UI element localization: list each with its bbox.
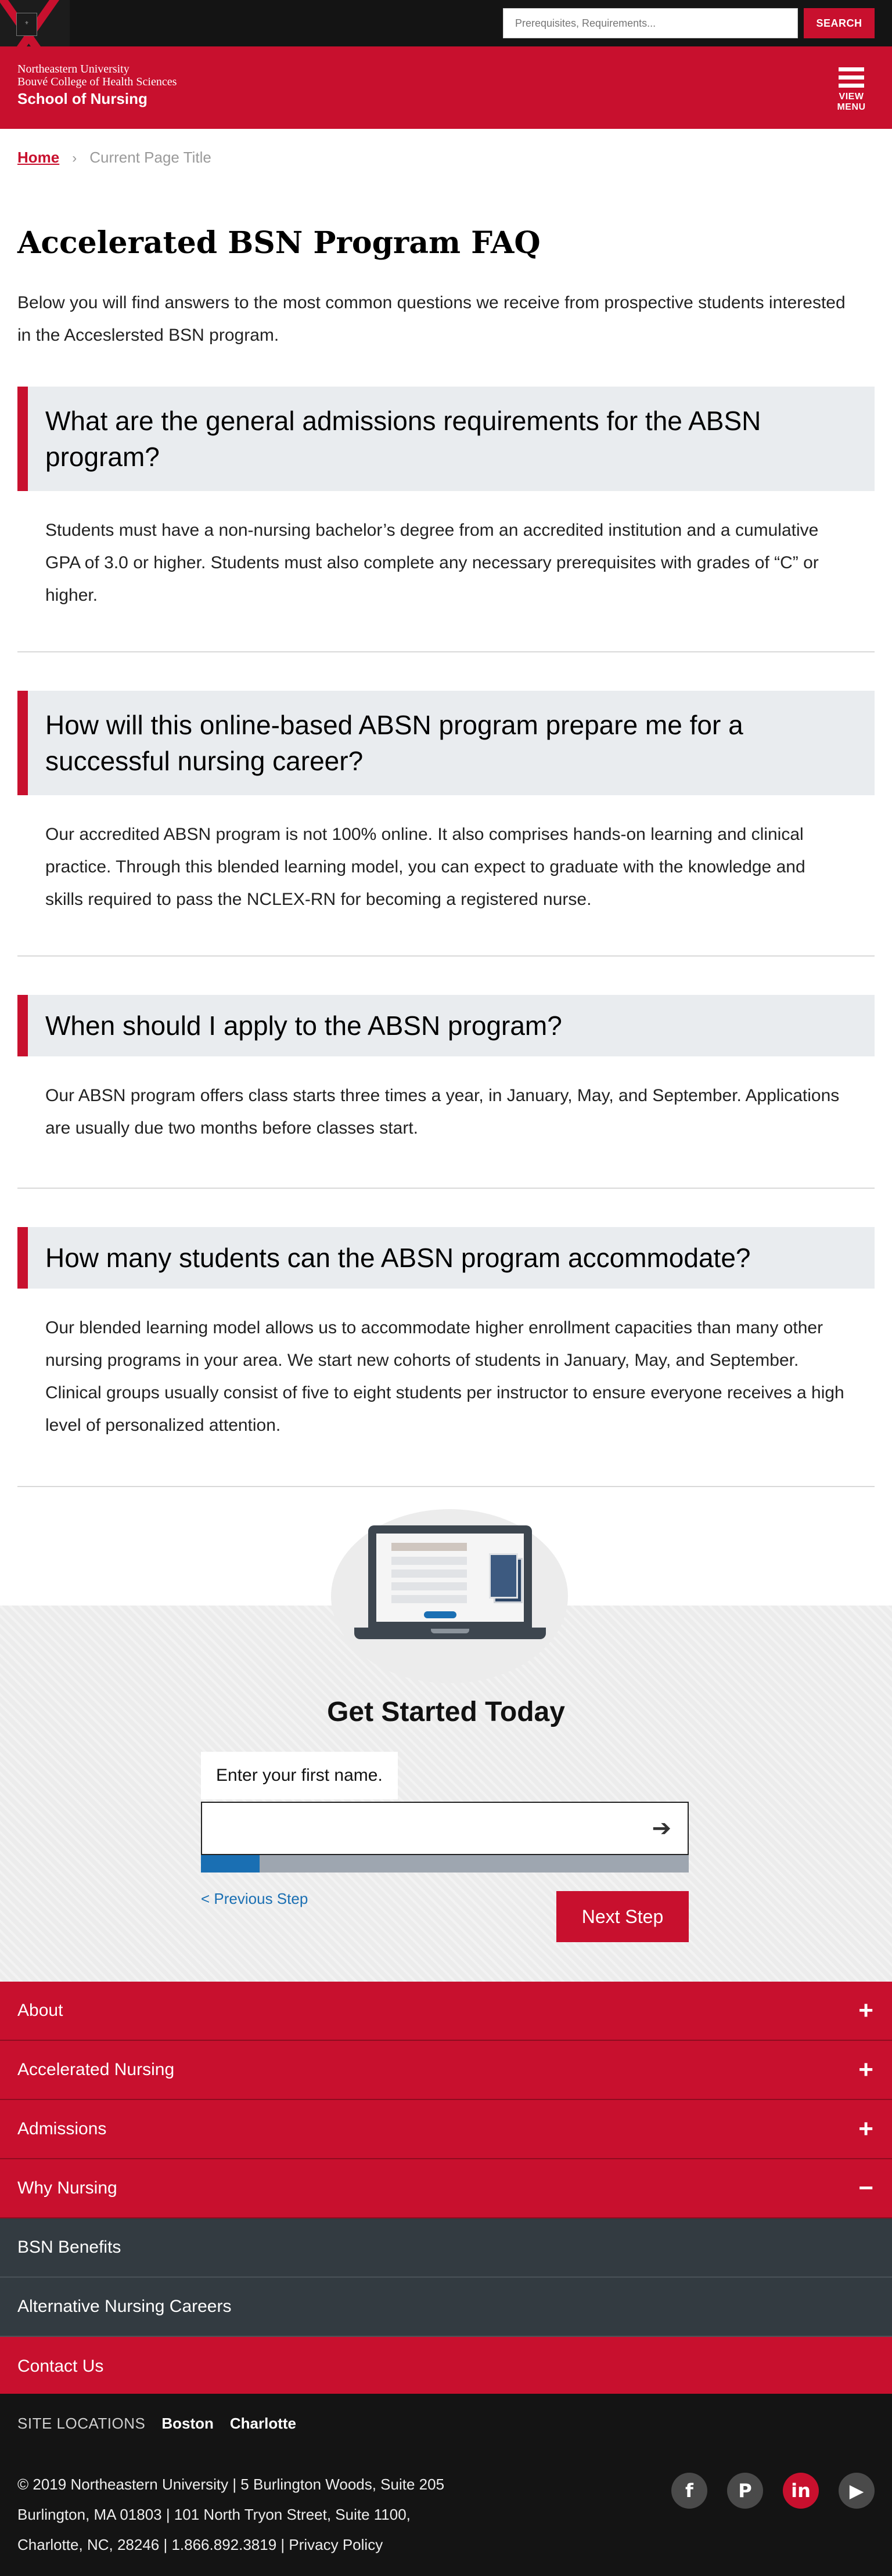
- site-header: Northeastern University Bouvé College of…: [0, 46, 892, 129]
- footer-nav-accelerated-nursing[interactable]: Accelerated Nursing +: [0, 2041, 892, 2100]
- hamburger-icon: [828, 67, 875, 88]
- logo-line-school: School of Nursing: [17, 90, 148, 107]
- breadcrumb: Home › Current Page Title: [17, 149, 211, 167]
- next-step-button[interactable]: Next Step: [556, 1891, 689, 1942]
- form-progress-bar: [201, 1855, 689, 1873]
- faq-divider: [17, 651, 875, 652]
- logo-line-university: Northeastern University: [17, 63, 130, 75]
- site-footer: SITE LOCATIONS Boston Charlotte © 2019 Nor…: [0, 2394, 892, 2576]
- faq-answer: Our blended learning model allows us to …: [45, 1318, 844, 1435]
- previous-step-link[interactable]: < Previous Step: [201, 1890, 308, 1908]
- faq-question: What are the general admissions requirem…: [17, 387, 875, 491]
- faq-question: When should I apply to the ABSN program?: [17, 995, 875, 1056]
- footer-nav-why-nursing[interactable]: Why Nursing −: [0, 2159, 892, 2218]
- address-line: Charlotte, NC, 28246 | 1.866.892.3819 | …: [17, 2536, 383, 2553]
- faq-question: How will this online-based ABSN program …: [17, 691, 875, 795]
- divider: [17, 955, 875, 957]
- faq-answer: Our ABSN program offers class starts thr…: [45, 1086, 840, 1138]
- faq-item: How many students can the ABSN program a…: [17, 1227, 875, 1442]
- page-title: Accelerated BSN Program FAQ: [17, 225, 541, 261]
- address-line: © 2019 Northeastern University | 5 Burli…: [17, 2476, 445, 2493]
- footer-nav-about[interactable]: About +: [0, 1982, 892, 2041]
- arrow-right-icon[interactable]: ➔: [652, 1816, 671, 1841]
- footer-nav: About + Accelerated Nursing + Admissions + …: [0, 1982, 892, 2396]
- breadcrumb-home-link[interactable]: Home: [17, 149, 59, 166]
- footer-nav-label: Accelerated Nursing: [17, 2060, 175, 2079]
- footer-nav-contact-us[interactable]: Contact Us: [0, 2337, 892, 2396]
- seal-icon: ⚜: [16, 13, 37, 36]
- get-started-title: Get Started Today: [327, 1697, 565, 1727]
- divider: [17, 1188, 875, 1189]
- divider: [17, 1486, 875, 1487]
- faq-item: What are the general admissions requirem…: [17, 387, 875, 612]
- first-name-input[interactable]: ➔: [201, 1802, 689, 1855]
- search-button[interactable]: SEARCH: [804, 8, 875, 38]
- faq-answer: Students must have a non-nursing bachelo…: [45, 521, 819, 605]
- footer-nav-label: About: [17, 2001, 63, 2020]
- breadcrumb-current: Current Page Title: [89, 149, 211, 166]
- pinterest-icon[interactable]: P: [727, 2473, 763, 2509]
- site-locations: SITE LOCATIONS Boston Charlotte: [17, 2415, 312, 2433]
- facebook-icon[interactable]: f: [671, 2473, 707, 2509]
- address-line: Burlington, MA 01803 | 101 North Tryon S…: [17, 2506, 411, 2523]
- expand-plus-icon[interactable]: +: [858, 2100, 873, 2158]
- laptop-illustration-icon: [354, 1525, 546, 1645]
- linkedin-icon[interactable]: in: [783, 2473, 819, 2509]
- faq-question: How many students can the ABSN program a…: [17, 1227, 875, 1289]
- footer-address: © 2019 Northeastern University | 5 Burli…: [17, 2469, 444, 2560]
- faq-divider: [17, 955, 875, 957]
- search-input[interactable]: [503, 8, 798, 38]
- divider: [17, 651, 875, 652]
- progress-fill: [201, 1855, 260, 1873]
- location-link-boston[interactable]: Boston: [161, 2415, 214, 2432]
- faq-item: How will this online-based ABSN program …: [17, 691, 875, 916]
- logo-line-college: Bouvé College of Health Sciences: [17, 75, 177, 88]
- faq-divider: [17, 1486, 875, 1487]
- view-menu-button[interactable]: VIEW MENU: [828, 67, 875, 113]
- expand-plus-icon[interactable]: +: [858, 1982, 873, 2040]
- footer-nav-label: Admissions: [17, 2119, 107, 2138]
- footer-subnav-alternative-careers[interactable]: Alternative Nursing Careers: [0, 2278, 892, 2337]
- faq-answer: Our accredited ABSN program is not 100% …: [45, 825, 805, 909]
- faq-item: When should I apply to the ABSN program?…: [17, 995, 875, 1145]
- youtube-icon[interactable]: ▶: [839, 2473, 875, 2509]
- expand-plus-icon[interactable]: +: [858, 2041, 873, 2099]
- footer-nav-label: Why Nursing: [17, 2178, 117, 2198]
- footer-subnav-bsn-benefits[interactable]: BSN Benefits: [0, 2218, 892, 2278]
- school-logo[interactable]: Northeastern University Bouvé College of…: [17, 63, 177, 109]
- collapse-minus-icon[interactable]: −: [858, 2159, 873, 2217]
- university-seal-logo[interactable]: ⚜: [0, 0, 70, 46]
- first-name-label: Enter your first name.: [201, 1752, 398, 1799]
- location-link-charlotte[interactable]: Charlotte: [230, 2415, 296, 2432]
- page-intro: Below you will find answers to the most …: [17, 293, 846, 345]
- chevron-right-icon: ›: [72, 150, 77, 166]
- footer-nav-admissions[interactable]: Admissions +: [0, 2100, 892, 2159]
- utility-bar: ⚜ SEARCH: [0, 0, 892, 46]
- faq-divider: [17, 1188, 875, 1189]
- view-menu-label: VIEW MENU: [837, 92, 866, 112]
- site-locations-label: SITE LOCATIONS: [17, 2415, 146, 2432]
